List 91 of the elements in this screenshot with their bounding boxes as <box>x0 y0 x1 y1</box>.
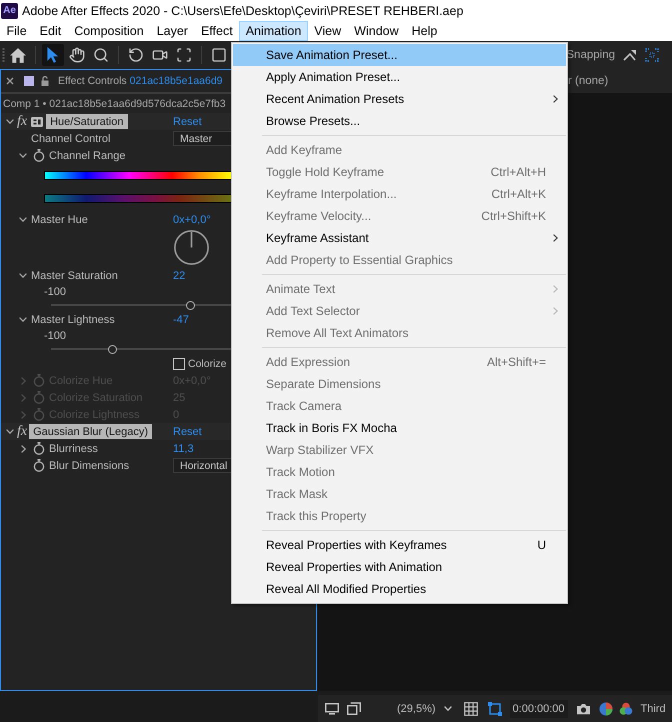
swatch-icon <box>24 76 34 86</box>
close-icon[interactable] <box>6 77 14 85</box>
panel-title[interactable]: Effect Controls <box>58 75 127 87</box>
stopwatch-icon[interactable] <box>33 459 45 472</box>
slider-thumb[interactable] <box>108 345 118 354</box>
property-value[interactable]: 22 <box>173 270 186 282</box>
property-label: Channel Range <box>49 150 126 162</box>
shortcut-text: Ctrl+Alt+H <box>490 165 546 179</box>
rotate-icon[interactable] <box>128 47 144 63</box>
app-logo: Ae <box>1 2 18 18</box>
stopwatch-icon[interactable] <box>33 149 45 162</box>
menu-item[interactable]: Window <box>348 21 406 41</box>
menu-item[interactable]: Browse Presets... <box>233 110 566 132</box>
panel-title: r (none) <box>568 75 608 87</box>
timecode-field[interactable]: 0:00:00:00 <box>510 700 568 718</box>
snapping-label: Snapping <box>566 49 615 61</box>
menu-item[interactable]: File <box>0 21 34 41</box>
menu-item[interactable]: Layer <box>150 21 194 41</box>
slider-min-label: -100 <box>44 286 66 298</box>
menu-item[interactable]: Reveal Properties with Keyframes U <box>233 534 566 556</box>
pointer-icon[interactable] <box>47 47 59 63</box>
property-value[interactable]: 11,3 <box>173 442 194 454</box>
checkbox[interactable] <box>173 358 185 370</box>
fx-toggle[interactable]: fx <box>17 424 28 438</box>
chevron-down-icon[interactable] <box>6 119 14 124</box>
window-title: Adobe After Effects 2020 - C:\Users\Efe\Desktop\Çeviri\PRESET REHBERI.aep <box>22 4 464 18</box>
layer-name: 021ac18b5e1aa6d9 <box>130 75 223 87</box>
hand-icon[interactable] <box>69 47 85 63</box>
menu-item[interactable]: Effect <box>194 21 240 41</box>
reset-link[interactable]: Reset <box>173 426 202 438</box>
home-icon[interactable] <box>10 48 26 62</box>
property-value[interactable]: 0x+0,0° <box>173 214 211 226</box>
handles-frame-icon[interactable] <box>488 702 502 716</box>
magnifier-icon[interactable] <box>93 47 109 63</box>
resolution-dropdown[interactable]: Third <box>640 702 666 714</box>
overlapping-circles-icon[interactable] <box>618 702 633 716</box>
checkbox-label[interactable]: Colorize <box>188 358 227 370</box>
caret-icon[interactable] <box>444 706 452 711</box>
shortcut-text: Alt+Shift+= <box>486 355 546 369</box>
property-label: Master Saturation <box>31 270 118 282</box>
menu-item[interactable]: Animation <box>239 21 308 41</box>
menu-item[interactable]: Apply Animation Preset... <box>233 66 566 88</box>
stopwatch-icon[interactable] <box>33 442 45 455</box>
menu-item[interactable]: View <box>308 21 348 41</box>
layers-icon[interactable] <box>347 702 361 715</box>
reset-link[interactable]: Reset <box>173 116 202 128</box>
menu-item[interactable]: Save Animation Preset... <box>233 44 566 66</box>
property-label: Master Hue <box>31 214 88 226</box>
chevron-right-icon[interactable] <box>20 444 26 452</box>
chevron-down-icon[interactable] <box>19 317 27 322</box>
dropdown-select[interactable]: Master <box>173 131 232 146</box>
menu-item[interactable]: Track in Boris FX Mocha <box>233 417 566 439</box>
shortcut-text: Ctrl+Alt+K <box>491 187 546 201</box>
chevron-down-icon[interactable] <box>19 217 27 222</box>
fx-toggle[interactable]: fx <box>17 114 28 128</box>
menu-item[interactable]: Reveal All Modified Properties <box>233 578 566 600</box>
property-label: Channel Control <box>31 132 110 144</box>
menu-item[interactable]: Keyframe Assistant <box>233 227 566 249</box>
angle-dial[interactable] <box>174 230 209 265</box>
shortcut-text: U <box>537 538 546 552</box>
slider-min-label: -100 <box>44 330 66 342</box>
color-wheel-icon[interactable] <box>598 702 613 716</box>
property-label: Blurriness <box>49 442 98 454</box>
breadcrumb-text: Comp 1 • 021ac18b5e1aa6d9d576dca2c5e7fb3 <box>3 98 226 110</box>
chevron-down-icon[interactable] <box>6 429 14 434</box>
rectangle-icon[interactable] <box>211 47 227 63</box>
property-value[interactable]: -47 <box>173 314 189 326</box>
menu-item[interactable]: Help <box>405 21 444 41</box>
dropdown-select[interactable]: Horizontal <box>173 458 232 473</box>
shortcut-text: Ctrl+Shift+K <box>481 209 546 223</box>
monitor-icon[interactable] <box>325 702 339 714</box>
effect-name[interactable]: Gaussian Blur (Legacy) <box>29 424 152 439</box>
chevron-down-icon[interactable] <box>19 153 27 158</box>
menu-item[interactable]: Composition <box>68 21 150 41</box>
magnification-dropdown[interactable]: (29,5%) <box>397 702 436 714</box>
slider-thumb[interactable] <box>186 301 195 310</box>
grip-icon <box>2 47 5 63</box>
grid-icon[interactable] <box>464 702 478 716</box>
dotted-frame-icon[interactable] <box>645 48 659 62</box>
menu-item[interactable]: Recent Animation Presets <box>233 88 566 110</box>
menu-item[interactable]: Reveal Properties with Animation <box>233 556 566 578</box>
effect-name[interactable]: Hue/Saturation <box>46 114 128 129</box>
corner-brackets-icon[interactable] <box>176 47 192 63</box>
property-label: Master Lightness <box>31 314 115 326</box>
snap-arrow-icon[interactable] <box>623 49 637 61</box>
padlock-icon[interactable] <box>41 76 49 86</box>
chevron-down-icon[interactable] <box>19 273 27 278</box>
camera-icon[interactable] <box>576 702 591 714</box>
menu-item[interactable]: Edit <box>33 21 68 41</box>
property-label: Blur Dimensions <box>49 460 130 472</box>
tool-button[interactable] <box>42 44 64 66</box>
